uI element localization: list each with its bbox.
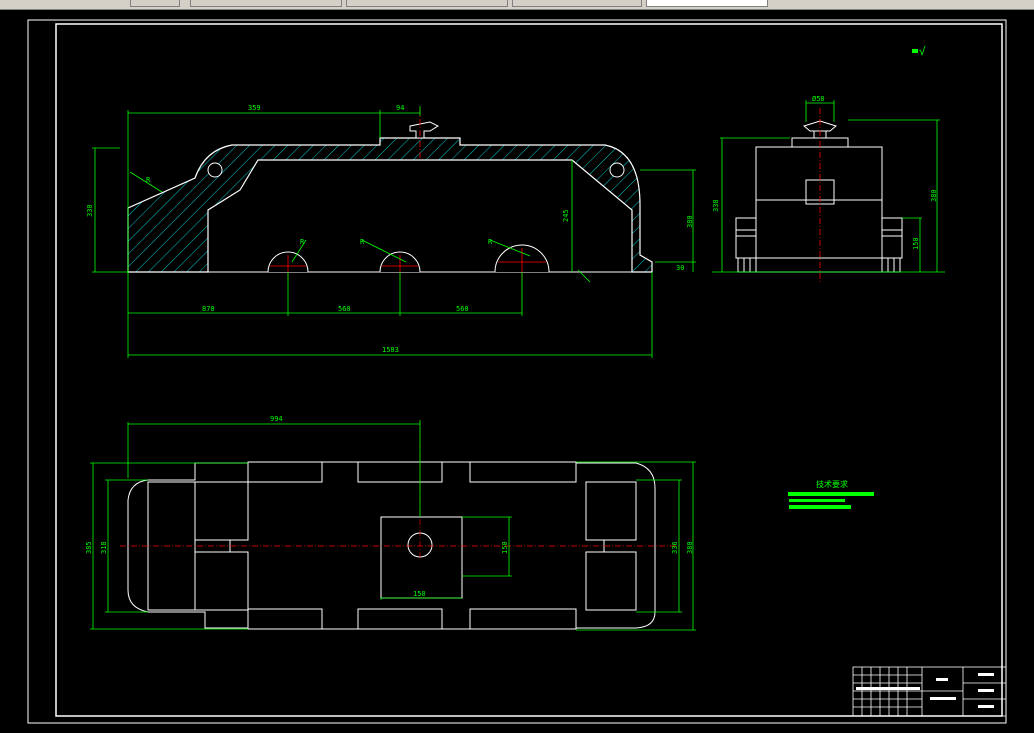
dim-plan-right-outer: 380 xyxy=(686,541,694,554)
cad-drawing: √ 359 94 330 245 380 30 870 560 560 1583… xyxy=(27,19,1007,724)
dim-bottom-left: 870 xyxy=(202,305,215,313)
tech-req-line-3 xyxy=(789,505,851,509)
side-view-dimensions xyxy=(712,100,945,273)
sheet-outer-border xyxy=(27,19,1007,724)
dim-plan-center-height: 150 xyxy=(501,541,509,554)
dim-side-right-small: 150 xyxy=(912,237,920,250)
tab-toolbar-icons[interactable] xyxy=(130,0,180,7)
dim-side-right-height: 380 xyxy=(930,189,938,202)
front-knob xyxy=(409,121,440,139)
dim-top-offset: 94 xyxy=(396,104,404,112)
front-hole-right xyxy=(609,162,625,178)
dim-total-length: 1583 xyxy=(382,346,399,354)
tab-3[interactable] xyxy=(512,0,642,7)
roughness-mark xyxy=(912,49,918,53)
dim-bottom-right: 560 xyxy=(456,305,469,313)
dim-small-right: 30 xyxy=(676,264,684,272)
tech-req-line-1 xyxy=(788,492,874,496)
dim-plan-left-inner: 318 xyxy=(100,541,108,554)
front-hole-left xyxy=(207,162,223,178)
dim-bottom-mid: 560 xyxy=(338,305,351,313)
dim-notch-1-radius: R xyxy=(300,238,305,246)
tab-1[interactable] xyxy=(190,0,342,7)
dim-plan-left-outer: 385 xyxy=(85,541,93,554)
tech-requirements-title: 技术要求 xyxy=(816,479,848,489)
dim-notch-2-radius: R xyxy=(360,238,365,246)
tech-req-line-2 xyxy=(789,499,845,502)
dim-plan-top-length: 994 xyxy=(270,415,283,423)
dim-inner-height: 245 xyxy=(562,209,570,222)
side-view xyxy=(735,120,903,273)
tab-2[interactable] xyxy=(346,0,508,7)
dim-side-left-height: 338 xyxy=(712,199,720,212)
roughness-symbol: √ xyxy=(919,45,926,58)
dim-side-top-width: Ø50 xyxy=(812,95,825,103)
dim-radius-label: R xyxy=(146,176,151,184)
dim-left-height: 330 xyxy=(86,204,94,217)
dim-right-height: 380 xyxy=(686,215,694,228)
cad-drawing-canvas[interactable]: √ 359 94 330 245 380 30 870 560 560 1583… xyxy=(0,10,1034,733)
front-view-section xyxy=(127,137,653,273)
tab-bar xyxy=(0,0,1034,10)
dim-plan-center-width: 150 xyxy=(413,590,426,598)
tab-4[interactable] xyxy=(646,0,768,7)
dim-top-length: 359 xyxy=(248,104,261,112)
dim-plan-right-inner: 336 xyxy=(671,541,679,554)
plan-view xyxy=(127,461,656,630)
dim-notch-3-radius: R xyxy=(488,238,493,246)
